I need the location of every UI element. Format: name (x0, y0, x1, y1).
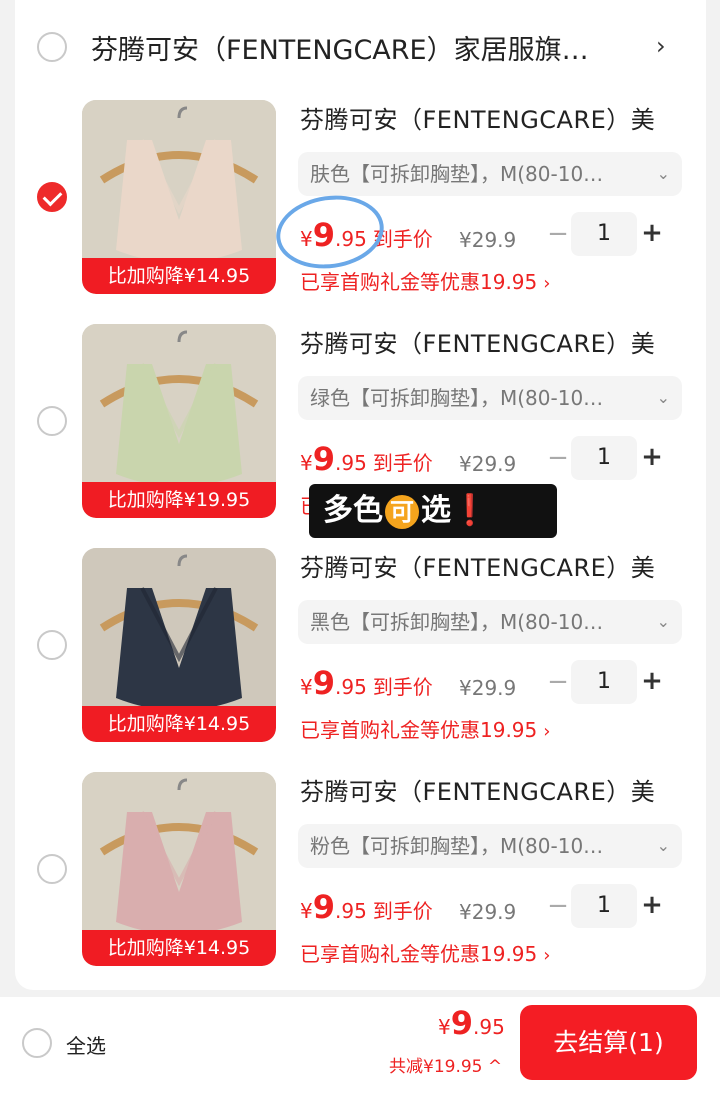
sticker-badge: 可 (385, 494, 419, 529)
product-title[interactable]: 芬腾可安（FENTENGCARE）美 (300, 772, 680, 807)
quantity-increase-button[interactable]: + (640, 884, 664, 928)
saved-amount[interactable]: 共减¥19.95 ^ (389, 1052, 502, 1077)
product-title[interactable]: 芬腾可安（FENTENGCARE）美 (300, 100, 680, 135)
product-title[interactable]: 芬腾可安（FENTENGCARE）美 (300, 324, 680, 359)
cart-item[interactable]: 比加购降¥14.95 芬腾可安（FENTENGCARE）美 粉色【可拆卸胸垫】，… (0, 772, 720, 996)
promo-info[interactable]: 已享首购礼金等优惠19.95› (300, 714, 550, 743)
sku-selector[interactable]: 绿色【可拆卸胸垫】，M(80-10… ⌄ (298, 376, 682, 420)
quantity-decrease-button[interactable]: − (546, 886, 570, 930)
quantity-decrease-button[interactable]: − (546, 214, 570, 258)
multi-color-sticker: 多色可选❗ (309, 484, 557, 538)
sku-label: 黑色【可拆卸胸垫】，M(80-10… (310, 610, 604, 634)
chevron-down-icon: ⌄ (656, 388, 670, 407)
chevron-down-icon: ⌄ (656, 164, 670, 183)
price-decimal: .95 (335, 451, 367, 475)
quantity-decrease-button[interactable]: − (546, 438, 570, 482)
total-integer: 9 (450, 1004, 473, 1042)
final-price: ¥9.95 到手价 (300, 664, 433, 702)
quantity-decrease-button[interactable]: − (546, 662, 570, 706)
chevron-right-icon: › (543, 721, 551, 742)
chevron-down-icon: ⌄ (656, 836, 670, 855)
promo-text: 已享首购礼金等优惠19.95 (300, 942, 538, 966)
store-name[interactable]: 芬腾可安（FENTENGCARE）家居服旗… (91, 28, 641, 67)
sku-selector[interactable]: 黑色【可拆卸胸垫】，M(80-10… ⌄ (298, 600, 682, 644)
promo-text: 已享首购礼金等优惠19.95 (300, 270, 538, 294)
checkout-bar: 全选 ¥9.95 共减¥19.95 ^ 去结算(1) (0, 997, 720, 1093)
price-tag: 到手价 (372, 451, 433, 475)
item-select-radio[interactable] (37, 854, 67, 884)
total-currency: ¥ (438, 1015, 451, 1039)
sku-label: 粉色【可拆卸胸垫】，M(80-10… (310, 834, 604, 858)
final-price: ¥9.95 到手价 (300, 440, 433, 478)
total-price: ¥9.95 (438, 1004, 505, 1042)
exclamation-icon: ❗ (451, 493, 489, 528)
total-decimal: .95 (473, 1015, 505, 1039)
product-image[interactable]: 比加购降¥14.95 (82, 548, 276, 742)
price-integer: 9 (312, 440, 335, 478)
final-price: ¥9.95 到手价 (300, 888, 433, 926)
original-price: ¥29.9 (459, 676, 517, 700)
sticker-text-c: 选 (421, 493, 451, 528)
quantity-input[interactable]: 1 (571, 436, 637, 480)
product-image[interactable]: 比加购降¥14.95 (82, 100, 276, 294)
price-integer: 9 (312, 664, 335, 702)
quantity-input[interactable]: 1 (571, 660, 637, 704)
price-currency: ¥ (300, 451, 313, 475)
quantity-input[interactable]: 1 (571, 212, 637, 256)
chevron-right-icon: › (543, 945, 551, 966)
chevron-right-icon[interactable]: › (656, 32, 666, 60)
sku-selector[interactable]: 肤色【可拆卸胸垫】，M(80-10… ⌄ (298, 152, 682, 196)
item-select-radio[interactable] (37, 406, 67, 436)
product-image[interactable]: 比加购降¥14.95 (82, 772, 276, 966)
price-currency: ¥ (300, 899, 313, 923)
select-all-radio[interactable] (22, 1028, 52, 1058)
price-decimal: .95 (335, 675, 367, 699)
discount-badge: 比加购降¥14.95 (82, 258, 276, 294)
store-select-radio[interactable] (37, 32, 67, 62)
price-currency: ¥ (300, 675, 313, 699)
product-image[interactable]: 比加购降¥19.95 (82, 324, 276, 518)
promo-info[interactable]: 已享首购礼金等优惠19.95› (300, 266, 550, 295)
price-integer: 9 (312, 888, 335, 926)
sku-selector[interactable]: 粉色【可拆卸胸垫】，M(80-10… ⌄ (298, 824, 682, 868)
store-header[interactable]: 芬腾可安（FENTENGCARE）家居服旗… › (0, 0, 720, 96)
price-decimal: .95 (335, 899, 367, 923)
sku-label: 肤色【可拆卸胸垫】，M(80-10… (310, 162, 604, 186)
quantity-increase-button[interactable]: + (640, 212, 664, 256)
discount-badge: 比加购降¥14.95 (82, 930, 276, 966)
cart-item[interactable]: 比加购降¥14.95 芬腾可安（FENTENGCARE）美 黑色【可拆卸胸垫】，… (0, 548, 720, 772)
sticker-text-a: 多色 (323, 493, 383, 528)
quantity-increase-button[interactable]: + (640, 660, 664, 704)
discount-badge: 比加购降¥14.95 (82, 706, 276, 742)
discount-badge: 比加购降¥19.95 (82, 482, 276, 518)
chevron-right-icon: › (543, 273, 551, 294)
original-price: ¥29.9 (459, 228, 517, 252)
item-select-radio[interactable] (37, 630, 67, 660)
promo-text: 已享首购礼金等优惠19.95 (300, 718, 538, 742)
promo-info[interactable]: 已享首购礼金等优惠19.95› (300, 938, 550, 967)
checkout-button[interactable]: 去结算(1) (520, 1005, 697, 1080)
original-price: ¥29.9 (459, 900, 517, 924)
sku-label: 绿色【可拆卸胸垫】，M(80-10… (310, 386, 604, 410)
chevron-down-icon: ⌄ (656, 612, 670, 631)
product-title[interactable]: 芬腾可安（FENTENGCARE）美 (300, 548, 680, 583)
price-tag: 到手价 (372, 675, 433, 699)
price-tag: 到手价 (372, 899, 433, 923)
quantity-input[interactable]: 1 (571, 884, 637, 928)
item-select-radio[interactable] (37, 182, 67, 212)
select-all-label[interactable]: 全选 (66, 1030, 106, 1059)
quantity-increase-button[interactable]: + (640, 436, 664, 480)
original-price: ¥29.9 (459, 452, 517, 476)
